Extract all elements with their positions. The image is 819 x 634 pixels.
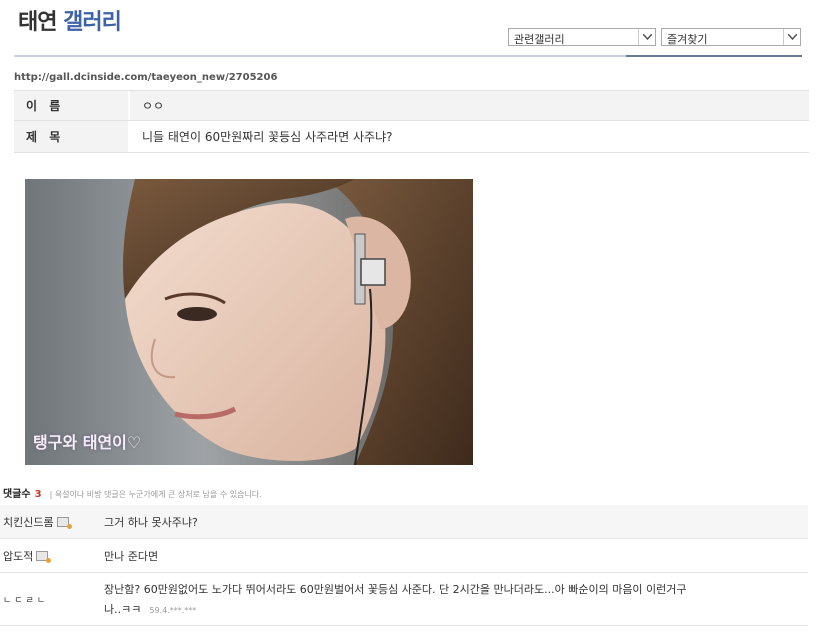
related-gallery-label: 관련갤러리 [514,33,565,46]
comment-row: 압도적 만나 준다면 [0,539,808,573]
name-label: 이 름 [26,99,65,113]
comment-nick[interactable]: 압도적 [3,548,52,564]
comment-count: 3 [34,489,42,500]
post-image: 탱구와 태연이♡ [25,179,473,465]
chevron-down-icon [783,29,800,45]
comment-notice: | 욕설이나 비방 댓글은 누군가에게 큰 상처로 남을 수 있습니다. [49,490,262,499]
post-subject: 니들 태연이 60만원짜리 꽃등심 사주라면 사주냐? [142,130,393,144]
comment-count-label: 댓글수 [3,489,31,500]
portrait-illustration [25,179,473,465]
favorites-select[interactable]: 즐겨찾기 [661,28,801,46]
subject-label: 제 목 [14,121,128,152]
comment-text-line2: 나..ㅋㅋ [104,603,142,616]
comment-text-continued: 나..ㅋㅋ 59.4.***.*** [104,601,196,617]
row-separator [128,121,130,152]
post-name-row: 이 름 ㅇㅇ [14,90,809,121]
comment-author[interactable]: ㄴㄷㄹㄴ [3,593,48,606]
comment-ip: 59.4.***.*** [149,606,197,615]
related-gallery-select[interactable]: 관련갤러리 [508,28,656,46]
comment-author: 치킨신드롬 [3,516,54,529]
favorites-label: 즐겨찾기 [667,33,708,46]
gallery-title-suffix: 갤러리 [63,10,122,35]
comment-count-bar: 댓글수 3 | 욕설이나 비방 댓글은 누군가에게 큰 상처로 남을 수 있습니다. [3,485,262,500]
comment-row: ㄴㄷㄹㄴ 장난함? 60만원없어도 노가다 뛰어서라도 60만원벌어서 꽃등심 … [0,573,808,626]
header-divider-accent [626,55,802,57]
comment-text: 장난함? 60만원없어도 노가다 뛰어서라도 60만원벌어서 꽃등심 사준다. … [104,583,687,596]
gallery-title-name: 태연 [18,10,57,35]
comment-author: 압도적 [3,550,34,563]
row-separator [128,91,130,120]
user-icon [56,517,72,529]
comment-nick[interactable]: 치킨신드롬 [3,514,72,530]
post-subject-row: 제 목 니들 태연이 60만원짜리 꽃등심 사주라면 사주냐? [14,120,809,153]
post-url[interactable]: http://gall.dcinside.com/taeyeon_new/270… [14,72,277,83]
comment-text: 그거 하나 못사주냐? [104,516,198,529]
chevron-down-icon [638,29,655,45]
comment-text: 만나 준다면 [104,550,159,563]
comment-row: 치킨신드롬 그거 하나 못사주냐? [0,505,808,539]
gallery-title[interactable]: 태연 갤러리 [18,4,122,36]
author-name[interactable]: ㅇㅇ [142,91,164,120]
user-icon [36,551,52,563]
image-caption: 탱구와 태연이♡ [33,433,142,452]
